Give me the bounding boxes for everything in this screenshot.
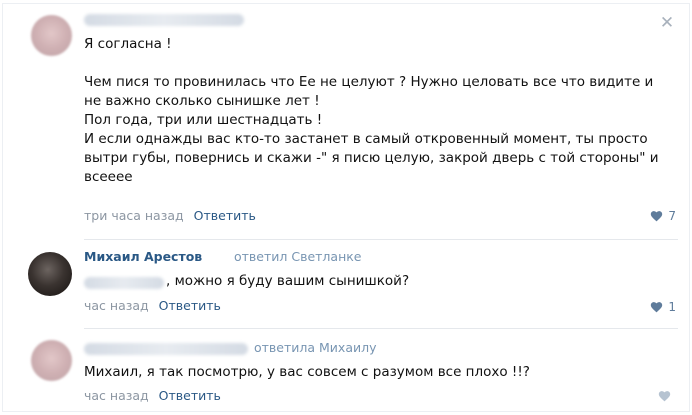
like-button[interactable] xyxy=(658,390,676,402)
author-name-blurred[interactable] xyxy=(84,14,244,26)
reply-button[interactable]: Ответить xyxy=(159,388,221,403)
comment-time[interactable]: час назад xyxy=(84,388,149,403)
like-count: 1 xyxy=(668,300,676,314)
heart-icon xyxy=(651,302,663,313)
reply-button[interactable]: Ответить xyxy=(194,208,256,223)
comment-2: Михаил Арестов ответил Светланке , можно… xyxy=(0,240,692,328)
heart-icon xyxy=(651,211,663,222)
author-name[interactable]: Михаил Арестов xyxy=(84,249,202,264)
comment-meta: час назад Ответить xyxy=(84,388,221,403)
author-name-blurred[interactable] xyxy=(84,343,248,355)
like-button[interactable]: 7 xyxy=(650,209,676,223)
comment-3: ответила Михаилу Михаил, я так посмотрю,… xyxy=(0,329,692,415)
comment-text: Михаил, я так посмотрю, у вас совсем с р… xyxy=(84,364,530,380)
heart-icon xyxy=(658,391,671,402)
avatar[interactable] xyxy=(31,15,72,56)
comment-meta: три часа назад Ответить xyxy=(84,208,256,223)
comment-text: , можно я буду вашим сынишкой? xyxy=(166,273,410,289)
like-button[interactable]: 1 xyxy=(650,300,676,314)
comment-time[interactable]: час назад xyxy=(84,298,149,313)
reply-to[interactable]: ответил Светланке xyxy=(234,249,361,264)
mention-blurred[interactable] xyxy=(84,277,164,289)
comment-1: ✕ Я согласна ! Чем пися то провинилась ч… xyxy=(0,0,692,238)
avatar[interactable] xyxy=(31,340,72,381)
reply-to[interactable]: ответила Михаилу xyxy=(254,340,377,355)
reply-button[interactable]: Ответить xyxy=(159,298,221,313)
comment-time[interactable]: три часа назад xyxy=(84,208,184,223)
like-count: 7 xyxy=(668,209,676,223)
avatar[interactable] xyxy=(28,252,72,296)
comment-meta: час назад Ответить xyxy=(84,298,221,313)
comment-text: Я согласна ! Чем пися то провинилась что… xyxy=(84,36,659,185)
close-icon[interactable]: ✕ xyxy=(658,14,676,32)
